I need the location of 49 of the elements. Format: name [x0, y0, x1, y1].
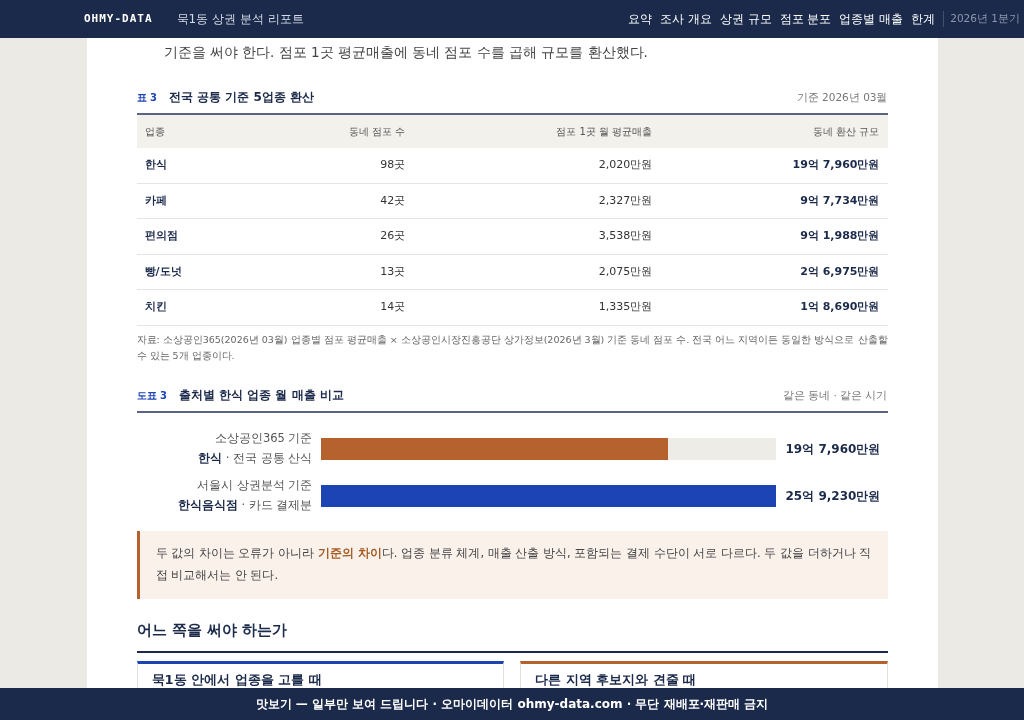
- brand-logo[interactable]: OHMY-DATA: [84, 10, 153, 28]
- intro-paragraph: 기준을 써야 한다. 점포 1곳 평균매출에 동네 점포 수를 곱해 규모를 환산했다.: [162, 43, 649, 62]
- section-heading: 어느 쪽을 써야 하는가: [136, 618, 888, 654]
- nav-link[interactable]: 한계: [911, 10, 936, 28]
- nav-link[interactable]: 점포 분포: [779, 10, 832, 28]
- nav-link[interactable]: 상권 규모: [719, 10, 772, 28]
- table-cell: 2,327만원: [413, 183, 661, 219]
- table-cell: 2,075만원: [413, 254, 661, 290]
- column-header: 업종: [136, 115, 254, 149]
- figure-title: 출처별 한식 업종 월 매출 비교: [178, 387, 344, 405]
- table-cell: 카페: [136, 183, 254, 219]
- column-header: 점포 1곳 월 평균매출: [413, 115, 661, 149]
- source-note: 자료: 소상공인365(2026년 03월) 업종별 점포 평균매출 × 소상공인시장진흥공단 상가정보(2026년 3월) 기준 동네 점포 수. 전국 어느 지역이든 동일한 방식으로 산출할 수 있는 5개 업종이다.: [136, 332, 888, 363]
- report-title: 묵1동 상권 분석 리포트: [176, 11, 304, 28]
- table-cell: 1억 8,690만원: [660, 289, 888, 326]
- bar-label: 한식 · 전국 공통 산식: [197, 449, 313, 467]
- table-cell: 3,538만원: [413, 218, 661, 255]
- table-cell: 26곳: [253, 218, 414, 255]
- nav-link[interactable]: 요약: [627, 10, 652, 28]
- bar-value: 19억 7,960만원: [784, 440, 882, 458]
- table-cell: 2,020만원: [413, 148, 661, 184]
- table-cell: 1,335만원: [413, 289, 661, 326]
- table-tag: 표 3: [136, 90, 157, 106]
- bar-label: 한식음식점 · 카드 결제분: [176, 496, 313, 514]
- table-title: 전국 공통 기준 5업종 환산: [168, 89, 314, 107]
- callout-note: 두 값의 차이는 오류가 아니라 기준의 차이다. 업종 분류 체계, 매출 산출 방식, 포함되는 결제 수단이 서로 다르다. 두 값을 더하거나 직접 비교해서는 안 된다.: [136, 531, 888, 599]
- table-cell: 13곳: [253, 254, 414, 290]
- table-note: 기준 2026년 03월: [796, 90, 888, 106]
- table-cell: 9억 1,988만원: [660, 218, 888, 255]
- table-cell: 98곳: [253, 148, 414, 184]
- figure-tag: 도표 3: [136, 388, 167, 404]
- table-cell: 9억 7,734만원: [660, 183, 888, 219]
- table-cell: 2억 6,975만원: [660, 254, 888, 290]
- bar-source-label: 서울시 상권분석 기준: [196, 477, 313, 495]
- table-cell: 편의점: [136, 218, 254, 255]
- period-label: 2026년 1분기: [943, 11, 1020, 27]
- nav-link[interactable]: 조사 개요: [659, 10, 712, 28]
- table-cell: 14곳: [253, 289, 414, 326]
- column-header: 동네 환산 규모: [660, 115, 888, 149]
- figure-note: 같은 동네 · 같은 시기: [782, 388, 888, 404]
- bar-value: 25억 9,230만원: [784, 487, 882, 505]
- table-cell: 치킨: [136, 289, 254, 326]
- table-cell: 한식: [136, 148, 254, 184]
- table-cell: 빵/도넛: [136, 254, 254, 290]
- column-header: 동네 점포 수: [253, 115, 414, 149]
- table-cell: 19억 7,960만원: [660, 148, 888, 184]
- bar-source-label: 소상공인365 기준: [213, 430, 313, 448]
- nav-link[interactable]: 업종별 매출: [839, 10, 904, 28]
- table-cell: 42곳: [253, 183, 414, 219]
